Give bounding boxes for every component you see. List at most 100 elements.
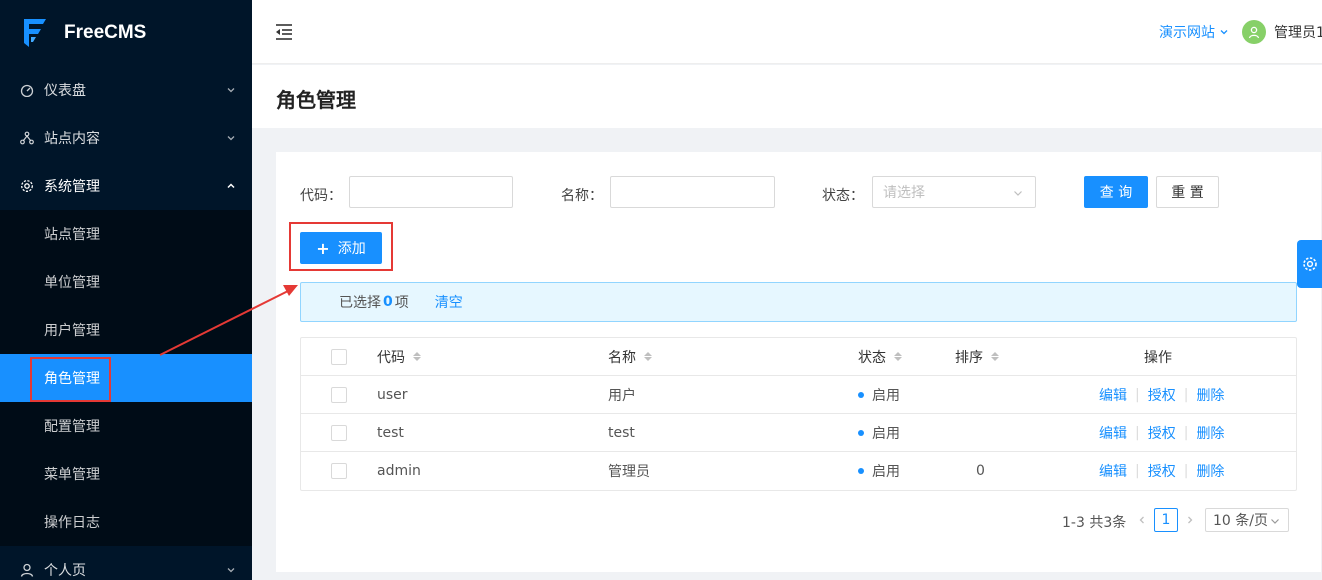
site-switch-dropdown[interactable]: 演示网站 bbox=[1159, 22, 1229, 42]
sidebar-item-site-content[interactable]: 站点内容 bbox=[0, 114, 252, 162]
sidebar-item-menu-management[interactable]: 菜单管理 bbox=[0, 450, 252, 498]
sidebar-item-label: 仪表盘 bbox=[44, 83, 86, 99]
settings-drawer-button[interactable] bbox=[1297, 240, 1322, 288]
clear-selection-link[interactable]: 清空 bbox=[435, 292, 463, 312]
page-header: 角色管理 bbox=[252, 65, 1322, 128]
cell-name: 管理员 bbox=[608, 464, 650, 480]
cell-name: 用户 bbox=[608, 387, 636, 404]
gear-icon bbox=[1302, 257, 1317, 271]
edit-link[interactable]: 编辑 bbox=[1099, 423, 1127, 443]
cell-actions: 编辑 | 授权 | 删除 bbox=[1099, 461, 1224, 481]
column-header-status[interactable]: 状态 bbox=[858, 347, 902, 367]
column-header-name[interactable]: 名称 bbox=[608, 347, 652, 367]
sidebar-item-user-management[interactable]: 用户管理 bbox=[0, 306, 252, 354]
table-row: admin 管理员 启用 0 编辑 | 授权 | 删除 bbox=[301, 452, 1296, 490]
column-header-label: 名称 bbox=[608, 349, 636, 366]
name-filter-label: 名称： bbox=[561, 188, 603, 204]
status-select-placeholder: 请选择 bbox=[883, 185, 925, 201]
edit-link[interactable]: 编辑 bbox=[1099, 461, 1127, 481]
user-icon bbox=[20, 563, 34, 577]
content-tree-icon bbox=[20, 131, 34, 145]
sidebar-item-dashboard[interactable]: 仪表盘 bbox=[0, 66, 252, 114]
status-dot bbox=[858, 391, 864, 398]
page-size-select[interactable]: 10 条/页 bbox=[1205, 508, 1289, 532]
chevron-down-icon bbox=[227, 136, 235, 141]
logo[interactable]: FreeCMS bbox=[0, 0, 252, 66]
cell-status: 启用 bbox=[858, 423, 900, 443]
select-all-checkbox[interactable] bbox=[331, 348, 347, 365]
sort-icon bbox=[413, 352, 421, 361]
grant-link[interactable]: 授权 bbox=[1148, 423, 1176, 443]
sidebar-item-config-management[interactable]: 配置管理 bbox=[0, 402, 252, 450]
delete-link[interactable]: 删除 bbox=[1196, 461, 1224, 481]
column-header-label: 状态 bbox=[858, 349, 886, 366]
user-icon bbox=[1248, 26, 1260, 39]
pagination-next-button[interactable] bbox=[1180, 508, 1200, 532]
page-size-label: 10 条/页 bbox=[1213, 513, 1268, 529]
reset-button[interactable]: 重 置 bbox=[1156, 176, 1219, 208]
column-header-code[interactable]: 代码 bbox=[377, 347, 421, 367]
sort-icon bbox=[991, 352, 999, 361]
cell-status: 启用 bbox=[858, 385, 900, 405]
pagination-page-1[interactable]: 1 bbox=[1154, 508, 1178, 532]
status-filter-select[interactable]: 请选择 bbox=[872, 176, 1036, 208]
divider: | bbox=[1135, 424, 1140, 441]
chevron-down-icon bbox=[1014, 191, 1022, 196]
menu-fold-icon[interactable] bbox=[274, 22, 294, 42]
divider: | bbox=[1135, 386, 1140, 403]
cell-actions: 编辑 | 授权 | 删除 bbox=[1099, 423, 1224, 443]
sidebar-item-unit-management[interactable]: 单位管理 bbox=[0, 258, 252, 306]
delete-link[interactable]: 删除 bbox=[1196, 423, 1224, 443]
chevron-down-icon bbox=[227, 88, 235, 93]
gear-icon bbox=[20, 179, 34, 193]
sidebar-item-operation-log[interactable]: 操作日志 bbox=[0, 498, 252, 546]
divider: | bbox=[1183, 386, 1189, 403]
system-management-submenu: 站点管理 单位管理 用户管理 角色管理 配置管理 菜单管理 操作日志 bbox=[0, 210, 252, 546]
edit-link[interactable]: 编辑 bbox=[1099, 385, 1127, 405]
row-checkbox[interactable] bbox=[331, 463, 347, 479]
status-dot bbox=[858, 429, 864, 436]
column-header-order[interactable]: 排序 bbox=[955, 347, 999, 367]
user-name[interactable]: 管理员1 bbox=[1274, 22, 1322, 42]
name-filter-input[interactable] bbox=[610, 176, 775, 208]
table-header-row: 代码 名称 状态 排序 操作 bbox=[301, 338, 1296, 376]
add-role-button[interactable]: + 添加 bbox=[300, 232, 382, 264]
freecms-logo-icon bbox=[24, 19, 46, 47]
sidebar-item-system-management[interactable]: 系统管理 bbox=[0, 162, 252, 210]
status-filter-label: 状态： bbox=[822, 188, 864, 204]
role-list-card: 代码： 名称： 状态： 请选择 查 询 重 置 + 添加 已选择 0 项 清空 … bbox=[276, 152, 1321, 572]
chevron-right-icon bbox=[1188, 516, 1193, 524]
delete-link[interactable]: 删除 bbox=[1196, 385, 1224, 405]
chevron-up-icon bbox=[227, 183, 235, 189]
row-checkbox[interactable] bbox=[331, 386, 347, 403]
sidebar-item-profile[interactable]: 个人页 bbox=[0, 546, 252, 580]
status-dot bbox=[858, 468, 864, 474]
status-text: 启用 bbox=[872, 387, 900, 404]
column-header-label: 操作 bbox=[1144, 349, 1172, 366]
selection-prefix: 已选择 bbox=[339, 295, 381, 311]
divider: | bbox=[1135, 463, 1140, 479]
sidebar-item-label: 个人页 bbox=[44, 563, 86, 579]
pagination-total: 1-3 共3条 bbox=[1062, 515, 1127, 531]
divider: | bbox=[1183, 463, 1189, 479]
cell-code: admin bbox=[377, 463, 421, 479]
cell-code: test bbox=[377, 424, 404, 441]
pagination-prev-button[interactable] bbox=[1132, 508, 1152, 532]
grant-link[interactable]: 授权 bbox=[1148, 461, 1176, 481]
cell-code: user bbox=[377, 386, 408, 403]
table-row: test test 启用 编辑 | 授权 | 删除 bbox=[301, 414, 1296, 452]
top-header: 演示网站 管理员1 bbox=[252, 0, 1322, 64]
sidebar: FreeCMS 仪表盘 站点内容 系统管理 站点管理 单位管理 用户管理 角色管… bbox=[0, 0, 252, 580]
query-button[interactable]: 查 询 bbox=[1084, 176, 1148, 208]
divider: | bbox=[1183, 424, 1189, 441]
grant-link[interactable]: 授权 bbox=[1148, 385, 1176, 405]
sort-icon bbox=[644, 352, 652, 361]
avatar[interactable] bbox=[1242, 20, 1266, 44]
code-filter-input[interactable] bbox=[349, 176, 513, 208]
sidebar-item-role-management[interactable]: 角色管理 bbox=[0, 354, 252, 402]
sidebar-item-site-management[interactable]: 站点管理 bbox=[0, 210, 252, 258]
cell-actions: 编辑 | 授权 | 删除 bbox=[1099, 385, 1224, 405]
table-row: user 用户 启用 编辑 | 授权 | 删除 bbox=[301, 376, 1296, 414]
row-checkbox[interactable] bbox=[331, 424, 347, 441]
column-header-label: 代码 bbox=[377, 349, 405, 366]
